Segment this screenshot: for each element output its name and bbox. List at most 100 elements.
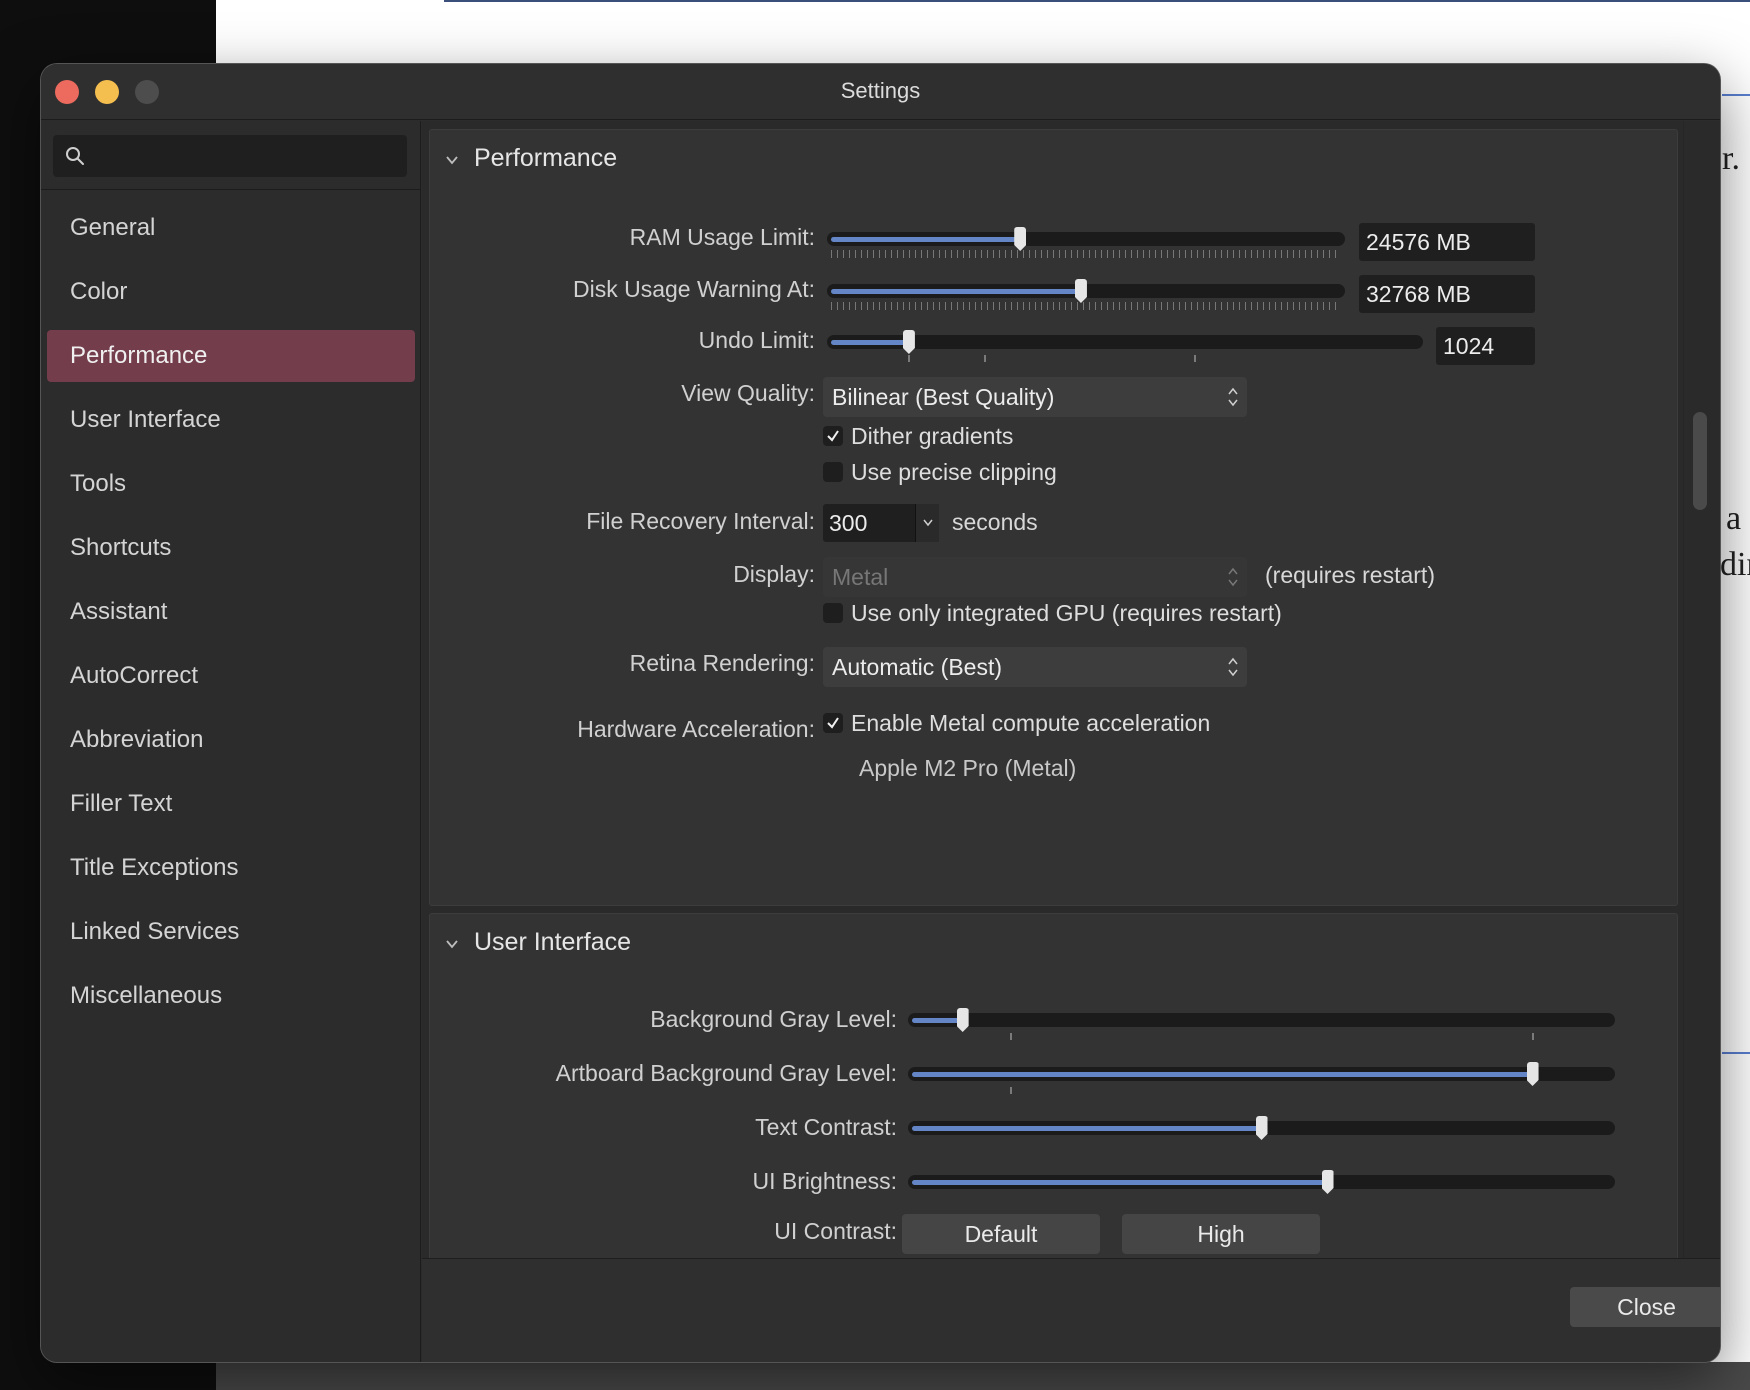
sidebar-item-filler-text[interactable]: Filler Text: [47, 778, 415, 830]
sidebar-item-abbreviation[interactable]: Abbreviation: [47, 714, 415, 766]
chevron-down-icon: [923, 519, 933, 527]
slider-ticks: [831, 302, 1341, 310]
sidebar-item-shortcuts[interactable]: Shortcuts: [47, 522, 415, 574]
checkbox-box[interactable]: [823, 462, 843, 482]
settings-content: Performance RAM Usage Limit: 24576 MB Di…: [422, 121, 1720, 1333]
ui-brightness-label: UI Brightness:: [752, 1168, 897, 1194]
checkbox-box[interactable]: [823, 713, 843, 733]
slider-thumb[interactable]: [1321, 1170, 1334, 1194]
display-value: Metal: [832, 564, 889, 590]
ui-contrast-default-button[interactable]: Default: [902, 1214, 1100, 1254]
background-text-fragment: a: [1726, 500, 1742, 537]
background-text-fragment: r.: [1722, 140, 1740, 177]
slider-thumb[interactable]: [1074, 279, 1087, 303]
slider-thumb[interactable]: [902, 330, 915, 354]
sidebar-item-tools[interactable]: Tools: [47, 458, 415, 510]
undo-slider[interactable]: [827, 325, 1423, 365]
ram-value-field[interactable]: 24576 MB: [1359, 223, 1535, 261]
checkmark-icon: [827, 430, 839, 442]
checkmark-icon: [827, 717, 839, 729]
slider-thumb[interactable]: [956, 1008, 969, 1032]
recovery-value[interactable]: 300: [829, 504, 867, 542]
checkbox-box[interactable]: [823, 603, 843, 623]
chevron-down-icon: [446, 156, 458, 165]
background-statusbar: [216, 1362, 1750, 1390]
background-guide-line: [1722, 1052, 1750, 1054]
sidebar-nav: General Color Performance User Interface…: [47, 202, 415, 1034]
settings-window: Settings General Color Performance User …: [41, 64, 1720, 1362]
precise-clipping-label: Use precise clipping: [851, 459, 1057, 485]
chevron-updown-icon: [1228, 387, 1238, 407]
display-select[interactable]: Metal: [823, 557, 1247, 597]
retina-select[interactable]: Automatic (Best): [823, 647, 1247, 687]
performance-title: Performance: [474, 144, 618, 172]
metal-accel-label: Enable Metal compute acceleration: [851, 710, 1211, 736]
sidebar-item-general[interactable]: General: [47, 202, 415, 254]
sidebar-item-miscellaneous[interactable]: Miscellaneous: [47, 970, 415, 1022]
recovery-unit: seconds: [952, 509, 1038, 535]
sidebar-item-title-exceptions[interactable]: Title Exceptions: [47, 842, 415, 894]
sidebar-item-assistant[interactable]: Assistant: [47, 586, 415, 638]
disk-label: Disk Usage Warning At:: [572, 276, 815, 302]
scrollbar-thumb[interactable]: [1693, 412, 1707, 510]
slider-fill: [831, 289, 1081, 294]
retina-value: Automatic (Best): [832, 654, 1002, 680]
slider-tick: [1531, 1033, 1534, 1040]
performance-panel: Performance RAM Usage Limit: 24576 MB Di…: [429, 129, 1678, 906]
chevron-down-icon: [446, 940, 458, 949]
scrollbar-track[interactable]: [1683, 121, 1720, 1322]
ram-label: RAM Usage Limit:: [629, 224, 815, 250]
close-button[interactable]: Close: [1570, 1287, 1720, 1327]
user-interface-title: User Interface: [474, 928, 632, 956]
sidebar-item-autocorrect[interactable]: AutoCorrect: [47, 650, 415, 702]
background-text-fragment: dir: [1720, 546, 1750, 583]
sidebar-item-linked-services[interactable]: Linked Services: [47, 906, 415, 958]
slider-thumb[interactable]: [1526, 1062, 1539, 1086]
sidebar-item-user-interface[interactable]: User Interface: [47, 394, 415, 446]
chevron-updown-icon: [1228, 657, 1238, 677]
slider-track: [827, 335, 1423, 349]
background-ruler-line: [444, 0, 1750, 2]
slider-fill: [912, 1072, 1533, 1077]
disk-value-field[interactable]: 32768 MB: [1359, 275, 1535, 313]
text-contrast-slider[interactable]: [908, 1111, 1615, 1151]
text-contrast-label: Text Contrast:: [755, 1114, 897, 1140]
hw-accel-label: Hardware Acceleration:: [577, 716, 815, 742]
undo-value-field[interactable]: 1024: [1436, 327, 1535, 365]
dialog-footer: Close: [422, 1258, 1720, 1362]
search-input[interactable]: [93, 141, 393, 171]
bg-gray-label: Background Gray Level:: [650, 1006, 897, 1032]
artboard-gray-label: Artboard Background Gray Level:: [555, 1060, 897, 1086]
ui-brightness-slider[interactable]: [908, 1165, 1615, 1205]
slider-fill: [831, 340, 909, 345]
ui-contrast-high-button[interactable]: High: [1122, 1214, 1320, 1254]
view-quality-label: View Quality:: [681, 380, 815, 406]
integrated-gpu-label: Use only integrated GPU (requires restar…: [851, 600, 1282, 626]
slider-thumb[interactable]: [1255, 1116, 1268, 1140]
undo-label: Undo Limit:: [698, 327, 815, 353]
background-guide-line: [1722, 94, 1750, 96]
bg-gray-slider[interactable]: [908, 1003, 1615, 1043]
chevron-updown-icon: [1228, 567, 1238, 587]
window-title: Settings: [840, 78, 921, 103]
slider-track: [908, 1013, 1615, 1027]
slider-thumb[interactable]: [1014, 227, 1027, 251]
title-bar: Settings: [41, 64, 1720, 120]
recovery-dropdown-button[interactable]: [915, 504, 939, 542]
ram-slider[interactable]: [827, 222, 1345, 262]
sidebar-item-performance[interactable]: Performance: [47, 330, 415, 382]
slider-tick: [1010, 1087, 1013, 1094]
disk-slider[interactable]: [827, 274, 1345, 314]
view-quality-value: Bilinear (Best Quality): [832, 384, 1055, 410]
recovery-combo[interactable]: 300: [823, 504, 939, 542]
dither-label: Dither gradients: [851, 423, 1014, 449]
sidebar-divider: [41, 189, 421, 190]
view-quality-select[interactable]: Bilinear (Best Quality): [823, 377, 1247, 417]
checkbox-box[interactable]: [823, 426, 843, 446]
artboard-gray-slider[interactable]: [908, 1057, 1615, 1097]
search-field[interactable]: [53, 135, 407, 177]
sidebar-item-color[interactable]: Color: [47, 266, 415, 318]
slider-ticks: [831, 250, 1341, 258]
slider-fill: [912, 1018, 963, 1023]
slider-tick: [1010, 1033, 1013, 1040]
